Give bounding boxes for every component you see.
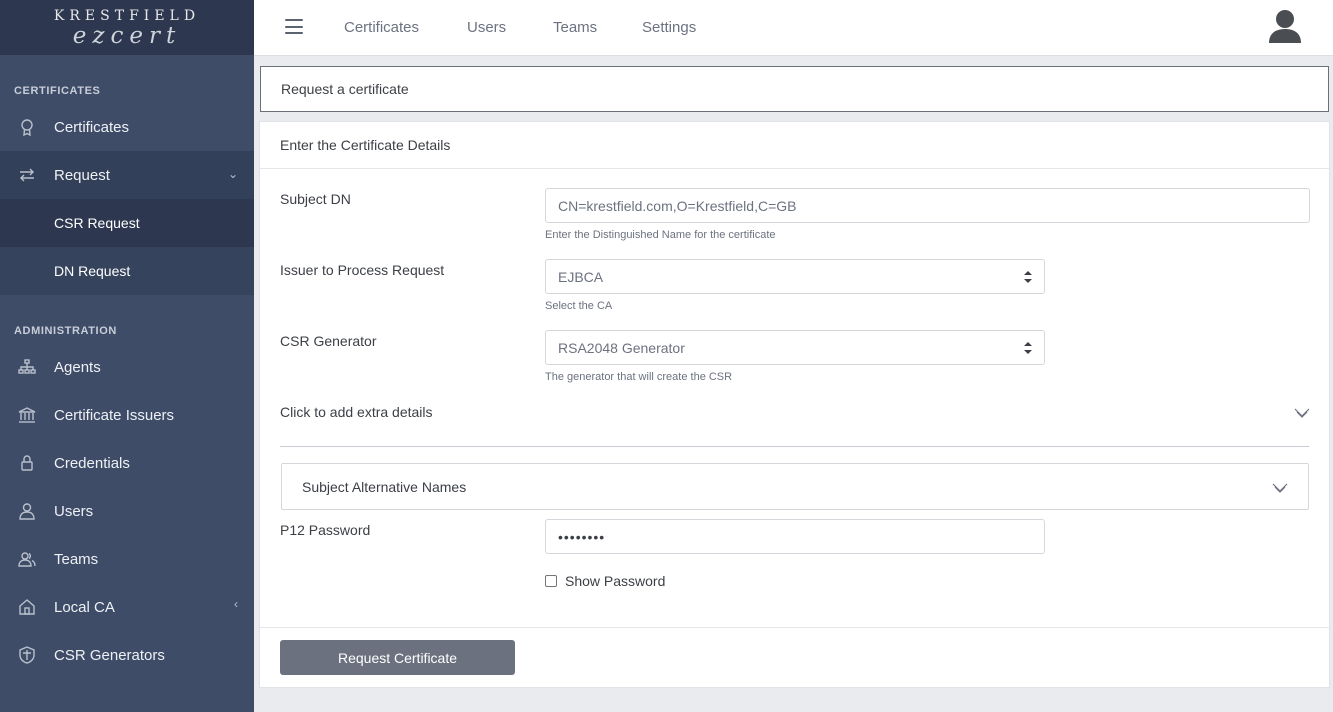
logo-line2: ezcert [72,22,182,49]
sidebar-item-label: Agents [54,358,101,376]
nav-link-certificates[interactable]: Certificates [344,19,419,36]
san-label: Subject Alternative Names [302,479,467,495]
sidebar-item-csr-generators[interactable]: CSR Generators [0,631,254,679]
show-password-toggle[interactable]: Show Password [545,573,665,589]
sidebar-subitem-dn-request[interactable]: DN Request [0,247,254,295]
sidebar-item-local-ca[interactable]: Local CA ‹ [0,583,254,631]
sidebar-item-request[interactable]: Request ⌄ [0,151,254,199]
sidebar-item-teams[interactable]: Teams [0,535,254,583]
card-footer: Request Certificate [260,627,1329,687]
sidebar: KRESTFIELD ezcert CERTIFICATES Certifica… [0,0,254,712]
shield-icon [16,645,38,665]
sidebar-item-certificates[interactable]: Certificates [0,103,254,151]
card-header: Enter the Certificate Details [260,122,1329,169]
csr-generator-help: The generator that will create the CSR [545,371,733,383]
chevron-down-icon [1272,483,1288,493]
bank-icon [16,405,38,425]
csr-generator-label: CSR Generator [280,333,377,349]
sidebar-item-label: Certificate Issuers [54,406,175,424]
section-certificates: CERTIFICATES [14,85,101,97]
issuer-value: EJBCA [558,268,604,285]
csr-generator-select[interactable]: RSA2048 Generator [545,330,1045,365]
top-navbar: Certificates Users Teams Settings [254,0,1333,56]
swap-arrows-icon [16,165,38,185]
home-icon [16,597,38,617]
users-icon [16,549,38,569]
sidebar-item-label: Local CA [54,598,115,616]
divider [280,446,1309,447]
sidebar-item-certificate-issuers[interactable]: Certificate Issuers [0,391,254,439]
nav-link-settings[interactable]: Settings [642,19,696,36]
subject-dn-input[interactable]: CN=krestfield.com,O=Krestfield,C=GB [545,188,1310,223]
chevron-left-icon: ‹ [234,597,238,611]
sitemap-icon [16,357,38,377]
issuer-help: Select the CA [545,300,613,312]
user-icon [16,501,38,521]
subject-dn-help: Enter the Distinguished Name for the cer… [545,229,776,241]
sidebar-item-credentials[interactable]: Credentials [0,439,254,487]
page-title: Request a certificate [260,66,1329,112]
logo[interactable]: KRESTFIELD ezcert [0,0,254,55]
p12-password-label: P12 Password [280,522,371,538]
sidebar-item-label: Certificates [54,118,130,136]
logo-line1: KRESTFIELD [53,7,201,24]
p12-password-input[interactable]: •••••••• [545,519,1045,554]
sidebar-item-label: Users [54,502,94,520]
sidebar-item-users[interactable]: Users [0,487,254,535]
issuer-select[interactable]: EJBCA [545,259,1045,294]
sidebar-item-label: CSR Generators [54,646,165,664]
request-form-card: Enter the Certificate Details Subject DN… [259,121,1330,688]
select-arrows-icon [1024,271,1032,283]
issuer-label: Issuer to Process Request [280,262,445,278]
chevron-down-icon[interactable] [1294,408,1310,418]
csr-generator-value: RSA2048 Generator [558,339,685,356]
show-password-checkbox[interactable] [545,575,557,587]
avatar[interactable] [1268,9,1302,45]
request-certificate-button[interactable]: Request Certificate [280,640,515,675]
chevron-down-icon: ⌄ [227,167,238,181]
lock-icon [16,453,38,473]
subject-dn-label: Subject DN [280,191,351,207]
extra-details-toggle[interactable]: Click to add extra details [280,404,433,420]
hamburger-menu-icon[interactable] [285,19,303,34]
select-arrows-icon [1024,342,1032,354]
sidebar-subitem-csr-request[interactable]: CSR Request [0,199,254,247]
sidebar-item-label: Request [54,166,110,184]
section-administration: ADMINISTRATION [14,325,117,337]
sidebar-item-label: Teams [54,550,99,568]
sidebar-item-agents[interactable]: Agents [0,343,254,391]
subject-alt-names-panel[interactable]: Subject Alternative Names [281,463,1309,510]
show-password-label: Show Password [565,573,666,589]
nav-link-users[interactable]: Users [467,19,506,36]
sidebar-item-label: Credentials [54,454,130,472]
subject-dn-value: CN=krestfield.com,O=Krestfield,C=GB [558,197,797,214]
award-icon [16,117,38,137]
p12-password-value: •••••••• [558,528,606,545]
nav-link-teams[interactable]: Teams [553,19,597,36]
